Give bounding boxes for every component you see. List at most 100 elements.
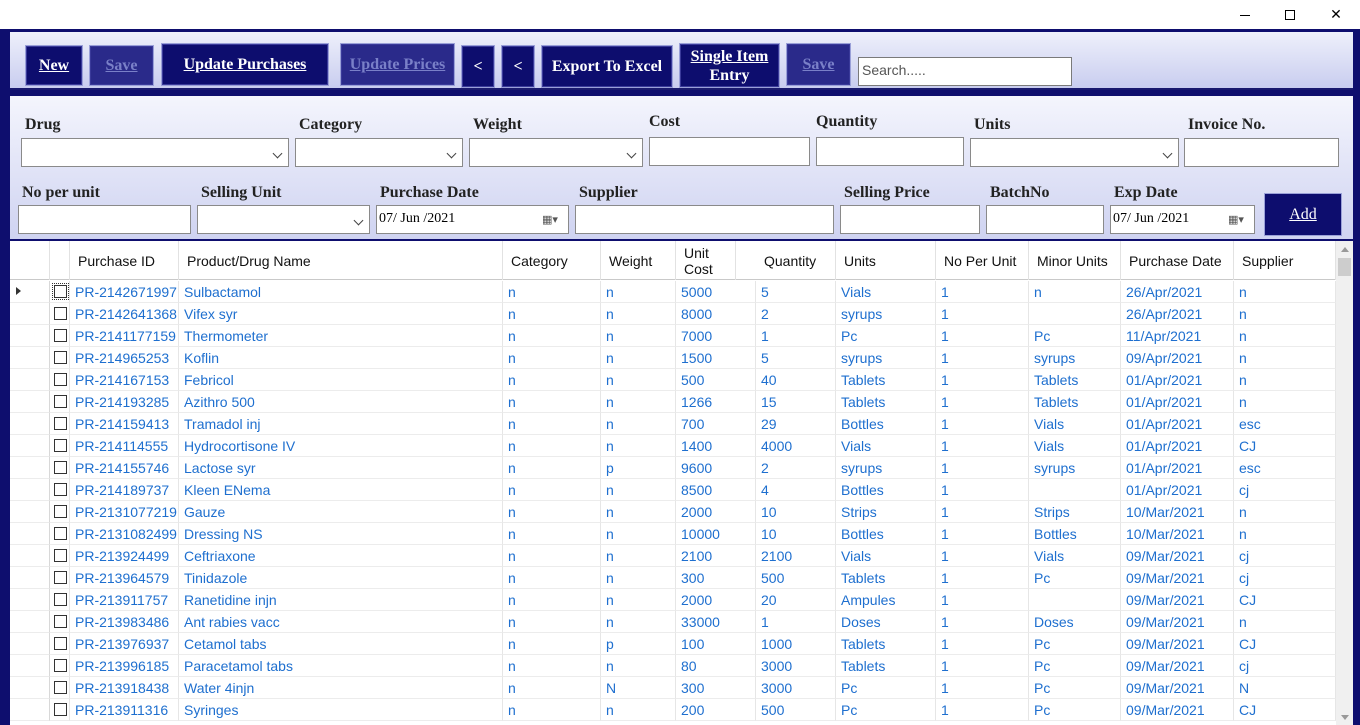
cell-no-per-unit[interactable]: 1 (936, 501, 1029, 523)
table-row[interactable]: PR-214114555 Hydrocortisone IV n n 1400 4000 V… (10, 435, 1336, 457)
cell-unit-cost[interactable]: 8000 (676, 303, 756, 325)
cell-purchase-id[interactable]: PR-213924499 (70, 545, 179, 567)
cell-purchase-date[interactable]: 26/Apr/2021 (1121, 281, 1234, 303)
cell-no-per-unit[interactable]: 1 (936, 369, 1029, 391)
cell-quantity[interactable]: 10 (756, 501, 836, 523)
cell-units[interactable]: Tablets (836, 369, 936, 391)
table-row[interactable]: PR-214167153 Febricol n n 500 40 Tablets 1 Table… (10, 369, 1336, 391)
cell-minor-units[interactable]: syrups (1029, 457, 1121, 479)
maximize-button[interactable] (1267, 0, 1313, 30)
cell-weight[interactable]: n (601, 655, 676, 677)
table-row[interactable]: PR-213983486 Ant rabies vacc n n 33000 1 Doses… (10, 611, 1336, 633)
table-row[interactable]: PR-213976937 Cetamol tabs n p 100 1000 Tablets… (10, 633, 1336, 655)
cell-weight[interactable]: n (601, 303, 676, 325)
cell-units[interactable]: syrups (836, 457, 936, 479)
scroll-down-icon[interactable] (1341, 715, 1349, 720)
cell-category[interactable]: n (503, 391, 601, 413)
cell-units[interactable]: Bottles (836, 479, 936, 501)
cell-purchase-date[interactable]: 01/Apr/2021 (1121, 369, 1234, 391)
cell-no-per-unit[interactable]: 1 (936, 303, 1029, 325)
row-checkbox[interactable] (54, 593, 67, 606)
cell-purchase-date[interactable]: 10/Mar/2021 (1121, 501, 1234, 523)
cell-unit-cost[interactable]: 500 (676, 369, 756, 391)
cell-quantity[interactable]: 10 (756, 523, 836, 545)
table-row[interactable]: PR-213911757 Ranetidine injn n n 2000 20 Ampul… (10, 589, 1336, 611)
cell-purchase-id[interactable]: PR-214155746 (70, 457, 179, 479)
cell-minor-units[interactable] (1029, 589, 1121, 611)
cell-unit-cost[interactable]: 10000 (676, 523, 756, 545)
cell-quantity[interactable]: 2 (756, 457, 836, 479)
cell-drug-name[interactable]: Lactose syr (179, 457, 503, 479)
previous-page-button[interactable]: < (501, 45, 535, 88)
table-row[interactable]: PR-2142641368 Vifex syr n n 8000 2 syrups 1 26/A… (10, 303, 1336, 325)
cell-purchase-id[interactable]: PR-2142671997 (70, 281, 179, 303)
update-purchases-button[interactable]: Update Purchases (161, 43, 329, 86)
cell-weight[interactable]: n (601, 699, 676, 721)
cell-no-per-unit[interactable]: 1 (936, 325, 1029, 347)
no-per-unit-field[interactable] (18, 205, 191, 234)
table-row[interactable]: PR-214189737 Kleen ENema n n 8500 4 Bottles 1 01… (10, 479, 1336, 501)
cell-units[interactable]: syrups (836, 303, 936, 325)
cell-purchase-date[interactable]: 09/Apr/2021 (1121, 347, 1234, 369)
table-row[interactable]: PR-214159413 Tramadol inj n n 700 29 Bottles 1 V… (10, 413, 1336, 435)
cell-purchase-date[interactable]: 09/Mar/2021 (1121, 589, 1234, 611)
cell-category[interactable]: n (503, 281, 601, 303)
cell-supplier[interactable]: n (1234, 501, 1336, 523)
cell-no-per-unit[interactable]: 1 (936, 677, 1029, 699)
row-header[interactable] (10, 369, 50, 391)
cell-purchase-id[interactable]: PR-213996185 (70, 655, 179, 677)
row-header[interactable] (10, 303, 50, 325)
cell-minor-units[interactable]: Pc (1029, 699, 1121, 721)
cell-unit-cost[interactable]: 9600 (676, 457, 756, 479)
cell-quantity[interactable]: 4000 (756, 435, 836, 457)
cell-category[interactable]: n (503, 611, 601, 633)
exp-date-picker[interactable]: 07/ Jun /2021 ▦▾ (1110, 205, 1255, 234)
cell-drug-name[interactable]: Cetamol tabs (179, 633, 503, 655)
table-row[interactable]: PR-2141177159 Thermometer n n 7000 1 Pc 1 Pc 11/A… (10, 325, 1336, 347)
cell-weight[interactable]: n (601, 611, 676, 633)
cell-category[interactable]: n (503, 501, 601, 523)
close-button[interactable]: ✕ (1313, 0, 1359, 30)
select-column-header[interactable] (50, 241, 70, 280)
cell-no-per-unit[interactable]: 1 (936, 699, 1029, 721)
row-header[interactable] (10, 589, 50, 611)
cell-supplier[interactable]: n (1234, 523, 1336, 545)
cell-units[interactable]: Pc (836, 699, 936, 721)
cell-drug-name[interactable]: Febricol (179, 369, 503, 391)
cell-weight[interactable]: n (601, 281, 676, 303)
row-header[interactable] (10, 699, 50, 721)
cell-drug-name[interactable]: Tramadol inj (179, 413, 503, 435)
cell-drug-name[interactable]: Paracetamol tabs (179, 655, 503, 677)
column-header-minor-units[interactable]: Minor Units (1029, 241, 1121, 280)
cell-category[interactable]: n (503, 655, 601, 677)
table-row[interactable]: PR-2131077219 Gauze n n 2000 10 Strips 1 Strips 1… (10, 501, 1336, 523)
supplier-field[interactable] (575, 205, 834, 234)
cell-purchase-date[interactable]: 01/Apr/2021 (1121, 457, 1234, 479)
cell-quantity[interactable]: 1000 (756, 633, 836, 655)
cell-minor-units[interactable]: Tablets (1029, 369, 1121, 391)
export-to-excel-button[interactable]: Export To Excel (541, 45, 673, 88)
table-row[interactable]: PR-213964579 Tinidazole n n 300 500 Tablets 1 Pc… (10, 567, 1336, 589)
row-checkbox[interactable] (54, 461, 67, 474)
cell-purchase-date[interactable]: 09/Mar/2021 (1121, 567, 1234, 589)
cell-weight[interactable]: n (601, 325, 676, 347)
cell-category[interactable]: n (503, 369, 601, 391)
cell-drug-name[interactable]: Ant rabies vacc (179, 611, 503, 633)
cell-no-per-unit[interactable]: 1 (936, 391, 1029, 413)
cell-quantity[interactable]: 500 (756, 699, 836, 721)
selling-price-field[interactable] (840, 205, 980, 234)
row-header[interactable] (10, 281, 50, 303)
calendar-dropdown-icon[interactable]: ▦▾ (1228, 213, 1250, 227)
cell-units[interactable]: Ampules (836, 589, 936, 611)
cell-no-per-unit[interactable]: 1 (936, 413, 1029, 435)
quantity-field[interactable] (816, 137, 964, 166)
cell-weight[interactable]: n (601, 347, 676, 369)
cell-purchase-date[interactable]: 10/Mar/2021 (1121, 523, 1234, 545)
cell-category[interactable]: n (503, 699, 601, 721)
cell-purchase-id[interactable]: PR-214159413 (70, 413, 179, 435)
cell-weight[interactable]: n (601, 435, 676, 457)
cell-purchase-date[interactable]: 09/Mar/2021 (1121, 633, 1234, 655)
row-checkbox[interactable] (54, 505, 67, 518)
cell-unit-cost[interactable]: 200 (676, 699, 756, 721)
cell-supplier[interactable]: CJ (1234, 435, 1336, 457)
